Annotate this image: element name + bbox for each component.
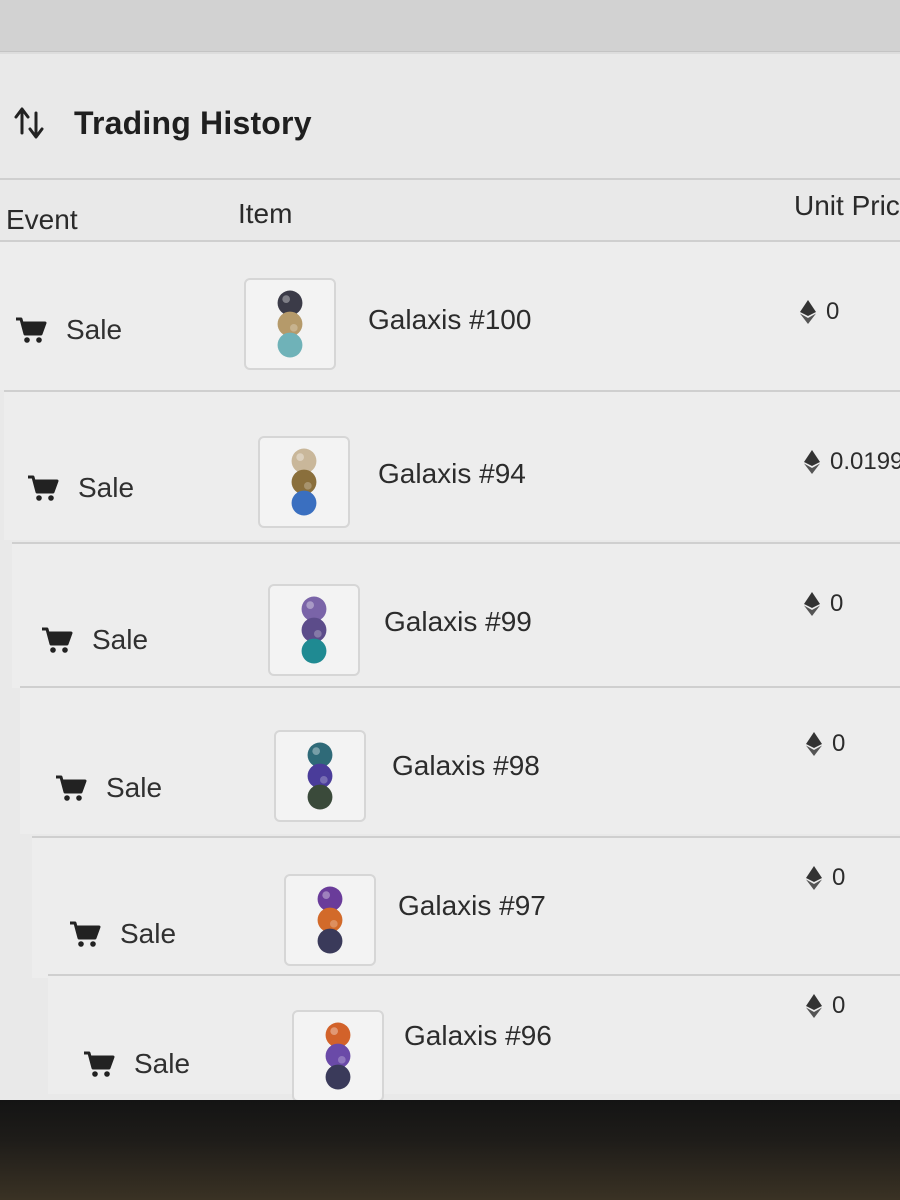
event-label: Sale — [134, 1048, 191, 1079]
unit-price-cell: 0.0199 — [804, 448, 900, 476]
nft-image — [277, 290, 303, 358]
item-thumbnail[interactable] — [258, 436, 350, 528]
unit-price-cell: 0 — [806, 992, 845, 1020]
price-value: 0 — [826, 298, 840, 325]
price-value: 0 — [830, 590, 844, 617]
cart-icon — [28, 475, 59, 501]
item-name-link[interactable]: Galaxis #96 — [404, 1020, 552, 1052]
column-header-event: Event — [6, 204, 78, 235]
nft-image — [325, 1022, 351, 1090]
eth-icon — [806, 866, 822, 890]
table-row[interactable]: Sale Galaxis #100 0 — [0, 240, 900, 390]
column-header-item: Item — [238, 198, 293, 229]
price-value: 0 — [832, 864, 846, 891]
price-value: 0 — [832, 992, 846, 1019]
cart-icon — [56, 775, 87, 801]
eth-icon — [806, 994, 822, 1018]
cart-icon — [42, 627, 73, 653]
eth-icon — [804, 450, 820, 474]
item-name-link[interactable]: Galaxis #94 — [378, 458, 526, 490]
item-thumbnail[interactable] — [274, 730, 366, 822]
nft-image — [291, 448, 317, 516]
divider — [0, 178, 900, 180]
item-thumbnail[interactable] — [268, 584, 360, 676]
item-thumbnail[interactable] — [292, 1010, 384, 1102]
event-cell: Sale — [68, 918, 176, 950]
section-title: Trading History — [74, 104, 312, 141]
sort-arrows-icon — [14, 107, 44, 139]
trading-history-header: Trading History — [12, 98, 312, 148]
item-thumbnail[interactable] — [284, 874, 376, 966]
screen: Trading History Event Item Unit Pric Sal… — [0, 0, 900, 1130]
event-label: Sale — [92, 624, 149, 655]
unit-price-cell: 0 — [804, 590, 843, 618]
event-label: Sale — [106, 772, 163, 803]
event-cell: Sale — [14, 314, 122, 346]
unit-price-cell: 0 — [806, 730, 845, 758]
event-label: Sale — [78, 472, 135, 503]
event-cell: Sale — [26, 472, 134, 504]
cart-icon — [16, 317, 47, 343]
event-cell: Sale — [82, 1048, 190, 1080]
cart-icon — [84, 1051, 115, 1077]
event-label: Sale — [120, 918, 177, 949]
top-strip — [0, 0, 900, 52]
table-row[interactable]: Sale Galaxis #97 0 — [32, 836, 900, 978]
event-cell: Sale — [54, 772, 162, 804]
price-value: 0 — [832, 730, 846, 757]
event-cell: Sale — [40, 624, 148, 656]
unit-price-cell: 0 — [806, 864, 845, 892]
item-thumbnail[interactable] — [244, 278, 336, 370]
laptop-bezel — [0, 1100, 900, 1200]
unit-price-cell: 0 — [800, 298, 839, 326]
eth-icon — [800, 300, 816, 324]
table-row[interactable]: Sale Galaxis #94 0.0199 — [4, 390, 900, 540]
item-name-link[interactable]: Galaxis #99 — [384, 606, 532, 638]
eth-icon — [804, 592, 820, 616]
item-name-link[interactable]: Galaxis #100 — [368, 304, 531, 336]
table-row[interactable]: Sale Galaxis #98 0 — [20, 686, 900, 834]
cart-icon — [70, 921, 101, 947]
nft-image — [301, 596, 327, 664]
price-value: 0.0199 — [830, 448, 900, 475]
nft-image — [317, 886, 343, 954]
event-label: Sale — [66, 314, 123, 345]
table-row[interactable]: Sale Galaxis #99 0 — [12, 542, 900, 688]
nft-image — [307, 742, 333, 810]
eth-icon — [806, 732, 822, 756]
table-row[interactable]: Sale Galaxis #96 0 — [48, 974, 900, 1102]
item-name-link[interactable]: Galaxis #98 — [392, 750, 540, 782]
column-header-unit-price: Unit Pric — [794, 190, 900, 221]
item-name-link[interactable]: Galaxis #97 — [398, 890, 546, 922]
